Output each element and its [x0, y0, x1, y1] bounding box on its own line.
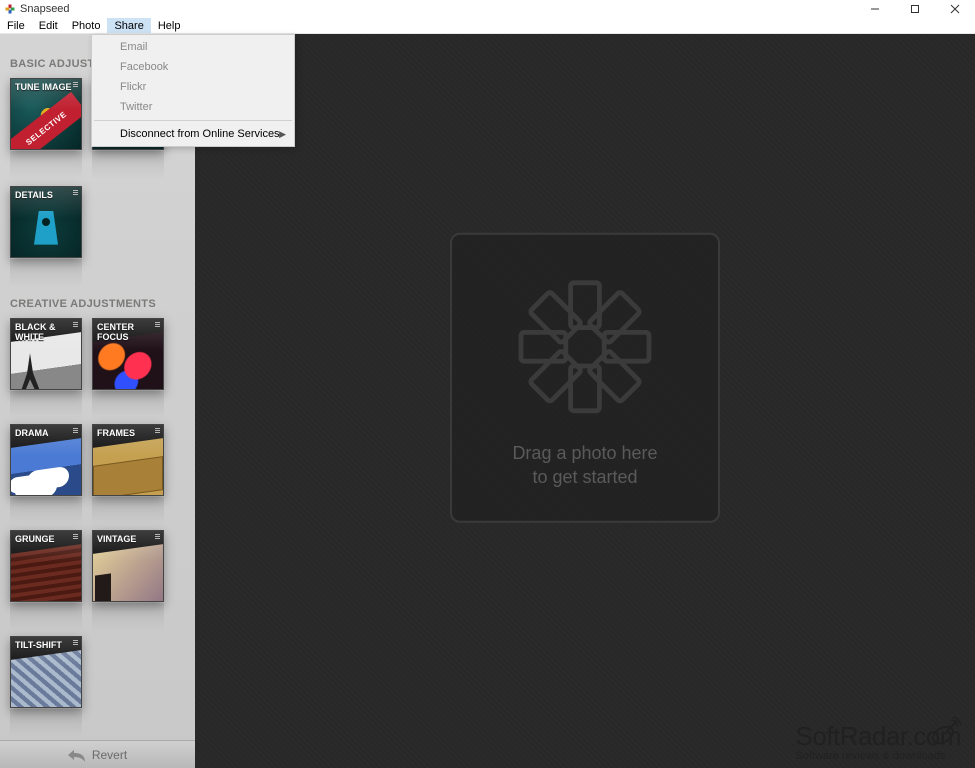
share-flickr[interactable]: Flickr — [92, 77, 294, 97]
tile-label: FRAMES — [97, 428, 159, 438]
menu-help[interactable]: Help — [151, 18, 188, 33]
menu-edit[interactable]: Edit — [32, 18, 65, 33]
drag-lines-icon — [73, 82, 78, 90]
drag-lines-icon — [155, 428, 160, 436]
tile-label: DRAMA — [15, 428, 77, 438]
chevron-right-icon: ▶ — [279, 129, 286, 140]
tile-tune-image[interactable]: SELECTIVE TUNE IMAGE — [10, 78, 82, 150]
tile-label: BLACK & WHITE — [15, 322, 77, 342]
selective-badge: SELECTIVE — [11, 92, 81, 149]
canvas-area[interactable]: Drag a photo here to get started SoftRad… — [195, 34, 975, 768]
tile-label: TUNE IMAGE — [15, 82, 77, 92]
undo-icon — [68, 748, 86, 762]
tile-grunge[interactable]: GRUNGE — [10, 530, 82, 602]
creative-header: CREATIVE ADJUSTMENTS — [0, 258, 195, 318]
share-disconnect[interactable]: Disconnect from Online Services ▶ — [92, 124, 294, 144]
app-icon — [4, 3, 16, 15]
drag-lines-icon — [73, 428, 78, 436]
menu-photo[interactable]: Photo — [65, 18, 108, 33]
share-email[interactable]: Email — [92, 37, 294, 57]
window-controls — [855, 0, 975, 18]
drop-zone[interactable]: Drag a photo here to get started — [450, 233, 720, 523]
tile-center-focus[interactable]: CENTER FOCUS — [92, 318, 164, 390]
share-twitter[interactable]: Twitter — [92, 97, 294, 117]
maximize-button[interactable] — [895, 0, 935, 18]
tile-label: DETAILS — [15, 190, 77, 200]
drag-lines-icon — [73, 534, 78, 542]
revert-button[interactable]: Revert — [0, 740, 195, 768]
tile-black-white[interactable]: BLACK & WHITE — [10, 318, 82, 390]
share-disconnect-label: Disconnect from Online Services — [120, 128, 280, 140]
share-dropdown: Email Facebook Flickr Twitter Disconnect… — [91, 34, 295, 147]
tile-frames[interactable]: FRAMES — [92, 424, 164, 496]
creative-tiles: BLACK & WHITE CENTER FOCUS DRAMA — [0, 318, 195, 708]
window-title: Snapseed — [20, 3, 70, 15]
tile-details[interactable]: DETAILS — [10, 186, 82, 258]
drag-lines-icon — [155, 322, 160, 330]
share-facebook[interactable]: Facebook — [92, 57, 294, 77]
dropdown-separator — [94, 120, 292, 121]
drag-lines-icon — [155, 534, 160, 542]
tile-label: CENTER FOCUS — [97, 322, 159, 342]
tile-drama[interactable]: DRAMA — [10, 424, 82, 496]
menu-share[interactable]: Share — [107, 18, 150, 33]
tile-label: GRUNGE — [15, 534, 77, 544]
watermark-tagline: Software reviews & downloads — [796, 750, 961, 762]
watermark: SoftRadar.com Software reviews & downloa… — [796, 721, 961, 762]
drag-lines-icon — [73, 190, 78, 198]
satellite-icon — [929, 715, 963, 749]
drop-line1: Drag a photo here — [512, 441, 657, 465]
minimize-button[interactable] — [855, 0, 895, 18]
tile-tilt-shift[interactable]: TILT-SHIFT — [10, 636, 82, 708]
drop-text: Drag a photo here to get started — [512, 441, 657, 489]
drag-lines-icon — [73, 322, 78, 330]
close-button[interactable] — [935, 0, 975, 18]
menu-file[interactable]: File — [0, 18, 32, 33]
titlebar: Snapseed — [0, 0, 975, 18]
tile-label: TILT-SHIFT — [15, 640, 77, 650]
tile-label: VINTAGE — [97, 534, 159, 544]
drag-lines-icon — [73, 640, 78, 648]
pinwheel-icon — [505, 267, 665, 427]
menubar: File Edit Photo Share Help — [0, 18, 975, 34]
revert-label: Revert — [92, 748, 127, 762]
tile-vintage[interactable]: VINTAGE — [92, 530, 164, 602]
drop-line2: to get started — [512, 465, 657, 489]
